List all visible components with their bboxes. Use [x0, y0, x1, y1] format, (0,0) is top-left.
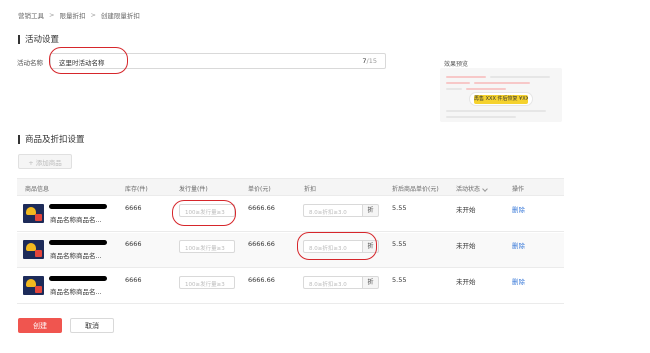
column-header-discounted-price: 折后商品单价(元): [392, 186, 439, 193]
delete-link[interactable]: 删除: [512, 240, 525, 250]
breadcrumb-separator: >: [49, 11, 55, 19]
section-title-text: 商品及折扣设置: [25, 135, 85, 145]
status-value: 未开始: [456, 242, 476, 250]
status-value: 未开始: [456, 278, 476, 286]
product-table: 商品信息 库存(件) 发行量(件) 单价(元) 折扣 折后商品单价(元) 活动状…: [17, 178, 564, 304]
table-header: 商品信息 库存(件) 发行量(件) 单价(元) 折扣 折后商品单价(元) 活动状…: [17, 179, 564, 196]
preview-line: [446, 110, 546, 112]
product-name: 商品名称商品名...: [50, 216, 102, 224]
redacted-text: [49, 204, 107, 209]
delete-link[interactable]: 删除: [512, 276, 525, 286]
activity-name-char-count: 7/15: [362, 57, 377, 65]
issue-qty-input[interactable]: 100≥发行量≥3: [179, 240, 235, 253]
discounted-price-value: 5.55: [392, 276, 407, 284]
char-count-max: /15: [366, 57, 377, 65]
preview-line: [446, 76, 486, 78]
annotation-circle: [297, 232, 377, 260]
product-name: 商品名称商品名...: [50, 252, 102, 260]
preview-promo-bubble: 再售 XXX 件后恢复 ¥XXX: [469, 92, 533, 106]
section-title-text: 活动设置: [25, 35, 60, 45]
preview-label: 效果预览: [444, 61, 469, 68]
issue-qty-input[interactable]: 100≥发行量≥3: [179, 276, 235, 289]
discount-unit-label: 折: [362, 204, 379, 217]
preview-line: [446, 88, 462, 90]
breadcrumb-separator: >: [90, 11, 96, 19]
create-button[interactable]: 创建: [18, 318, 62, 333]
unit-price-value: 6666.66: [248, 240, 275, 248]
redacted-text: [49, 240, 107, 245]
preview-line: [474, 82, 530, 84]
product-thumbnail: [23, 204, 44, 223]
cancel-button[interactable]: 取消: [70, 318, 114, 333]
discount-placeholder: 8.0≥折扣≥3.0: [309, 281, 347, 288]
column-header-action: 操作: [512, 186, 525, 193]
discounted-price-value: 5.55: [392, 240, 407, 248]
product-thumbnail: [23, 240, 44, 259]
stock-value: 6666: [125, 204, 142, 212]
discount-input[interactable]: 8.0≥折扣≥3.0: [303, 276, 363, 289]
breadcrumb: 营销工具 > 限量折扣 > 创建限量折扣: [18, 10, 140, 20]
discount-placeholder: 8.0≥折扣≥3.0: [309, 209, 347, 216]
table-row: 商品名称商品名... 6666 100≥发行量≥3 6666.66 8.0≥折扣…: [17, 269, 564, 304]
preview-promo-text: 再售 XXX 件后恢复 ¥XXX: [474, 95, 528, 104]
issue-qty-placeholder: 100≥发行量≥3: [185, 245, 225, 252]
delete-link[interactable]: 删除: [512, 204, 525, 214]
annotation-circle: [172, 200, 236, 226]
section-marker: [18, 34, 20, 44]
stock-value: 6666: [125, 276, 142, 284]
breadcrumb-item-create: 创建限量折扣: [100, 12, 140, 20]
discount-unit-label: 折: [362, 276, 379, 289]
column-header-status: 活动状态: [456, 184, 488, 193]
section-title-product-discount: 商品及折扣设置: [18, 133, 85, 145]
table-row: 商品名称商品名... 6666 100≥发行量≥3 6666.66 8.0≥折扣…: [17, 233, 564, 268]
preview-line: [446, 116, 516, 118]
product-name: 商品名称商品名...: [50, 288, 102, 296]
unit-price-value: 6666.66: [248, 276, 275, 284]
add-product-button[interactable]: + 添加商品: [18, 154, 72, 169]
breadcrumb-item-marketing-tools[interactable]: 营销工具: [18, 10, 44, 20]
preview-line: [446, 82, 470, 84]
column-header-issue-qty: 发行量(件): [179, 186, 208, 193]
stock-value: 6666: [125, 240, 142, 248]
column-header-stock: 库存(件): [125, 186, 148, 193]
preview-line: [490, 76, 550, 78]
unit-price-value: 6666.66: [248, 204, 275, 212]
redacted-text: [49, 276, 107, 281]
product-thumbnail: [23, 276, 44, 295]
column-header-product-info: 商品信息: [25, 186, 50, 193]
preview-image: 再售 XXX 件后恢复 ¥XXX: [440, 68, 562, 122]
preview-line: [466, 88, 506, 90]
column-header-discount: 折扣: [304, 186, 317, 193]
table-row: 商品名称商品名... 6666 100≥发行量≥3 6666.66 8.0≥折扣…: [17, 197, 564, 232]
chevron-down-icon[interactable]: [482, 186, 488, 192]
column-header-unit-price: 单价(元): [248, 186, 271, 193]
breadcrumb-item-limited-discount[interactable]: 限量折扣: [59, 10, 85, 20]
activity-name-label: 活动名称: [17, 59, 43, 67]
section-marker: [18, 134, 20, 144]
discounted-price-value: 5.55: [392, 204, 407, 212]
annotation-circle: [49, 47, 128, 74]
status-header-text: 活动状态: [456, 186, 481, 193]
discount-input[interactable]: 8.0≥折扣≥3.0: [303, 204, 363, 217]
section-title-activity-settings: 活动设置: [18, 33, 59, 45]
status-value: 未开始: [456, 206, 476, 214]
issue-qty-placeholder: 100≥发行量≥3: [185, 281, 225, 288]
